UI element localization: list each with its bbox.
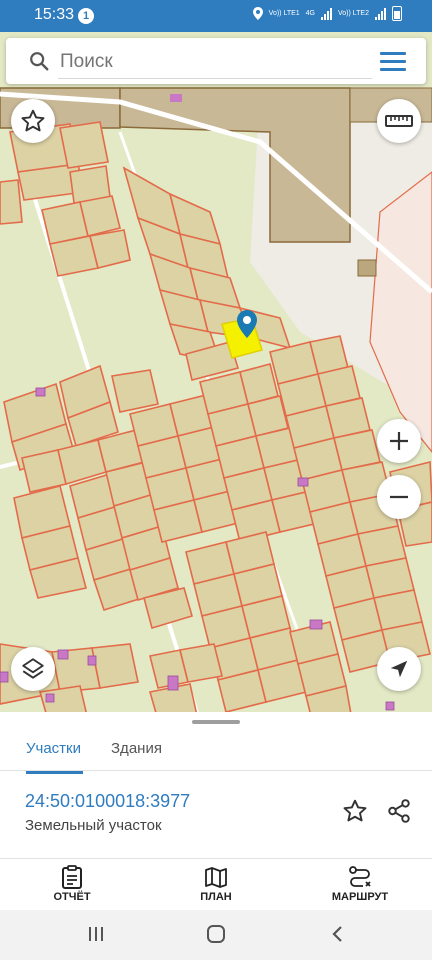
nav-report-label: ОТЧЁТ bbox=[53, 891, 91, 903]
favorites-star-button[interactable] bbox=[11, 99, 55, 143]
map-plan-icon bbox=[205, 867, 227, 888]
zoom-out-button[interactable] bbox=[377, 475, 421, 519]
network-2-label: Vo)) LTE2 bbox=[338, 9, 369, 17]
tab-parcels[interactable]: Участки bbox=[26, 740, 83, 774]
cadastral-number-link[interactable]: 24:50:0100018:3977 bbox=[25, 791, 190, 812]
ruler-measure-button[interactable] bbox=[377, 99, 421, 143]
building-small bbox=[357, 259, 377, 277]
sheet-tabs: Участки Здания bbox=[0, 728, 432, 774]
parcel-actions bbox=[342, 798, 412, 824]
status-indicators: Vo)) LTE1 4G Vo)) LTE2 bbox=[252, 6, 402, 21]
layers-button[interactable] bbox=[11, 647, 55, 691]
bottom-sheet: Участки Здания 24:50:0100018:3977 Земель… bbox=[0, 712, 432, 910]
status-time: 15:33 bbox=[34, 6, 75, 23]
home-icon[interactable] bbox=[206, 924, 226, 944]
building-marker bbox=[170, 94, 182, 102]
map-canvas[interactable] bbox=[0, 32, 432, 720]
favorite-star-icon[interactable] bbox=[342, 798, 368, 824]
battery-icon bbox=[392, 6, 402, 21]
nav-report[interactable]: ОТЧЁТ bbox=[50, 865, 94, 903]
location-icon bbox=[252, 7, 263, 20]
system-navigation-bar bbox=[0, 910, 432, 960]
search-input[interactable] bbox=[58, 46, 372, 79]
ruler-icon bbox=[385, 115, 413, 127]
nav-plan[interactable]: ПЛАН bbox=[194, 865, 238, 903]
minus-icon bbox=[390, 495, 408, 499]
nav-route[interactable]: МАРШРУТ bbox=[328, 865, 392, 903]
back-icon[interactable] bbox=[328, 924, 348, 944]
signal-1-icon bbox=[321, 7, 332, 20]
network-type-label: 4G bbox=[305, 9, 315, 17]
hamburger-menu-icon[interactable] bbox=[380, 52, 406, 72]
search-icon[interactable] bbox=[28, 50, 50, 72]
nav-plan-label: ПЛАН bbox=[200, 891, 232, 903]
zoom-in-button[interactable] bbox=[377, 419, 421, 463]
parcel-type-label: Земельный участок bbox=[25, 817, 162, 834]
notification-count-badge: 1 bbox=[78, 8, 94, 24]
signal-2-icon bbox=[375, 7, 386, 20]
report-icon bbox=[62, 865, 82, 889]
share-icon[interactable] bbox=[386, 798, 412, 824]
cadastral-map[interactable] bbox=[0, 32, 432, 720]
nav-route-label: МАРШРУТ bbox=[331, 891, 389, 903]
plus-icon bbox=[390, 432, 408, 450]
star-outline-icon bbox=[21, 109, 45, 132]
network-1-label: Vo)) LTE1 bbox=[268, 9, 300, 17]
my-location-button[interactable] bbox=[377, 647, 421, 691]
tab-buildings[interactable]: Здания bbox=[111, 740, 162, 757]
status-bar: 15:33 1 Vo)) LTE1 4G Vo)) LTE2 bbox=[0, 0, 432, 32]
sheet-drag-handle[interactable] bbox=[192, 720, 240, 724]
layers-icon bbox=[22, 658, 44, 679]
route-icon bbox=[349, 866, 371, 887]
bottom-navigation: ОТЧЁТ ПЛАН МАРШРУТ bbox=[0, 858, 432, 911]
recent-apps-icon[interactable] bbox=[86, 924, 106, 944]
search-bar bbox=[6, 38, 426, 84]
navigation-arrow-icon bbox=[390, 660, 408, 678]
